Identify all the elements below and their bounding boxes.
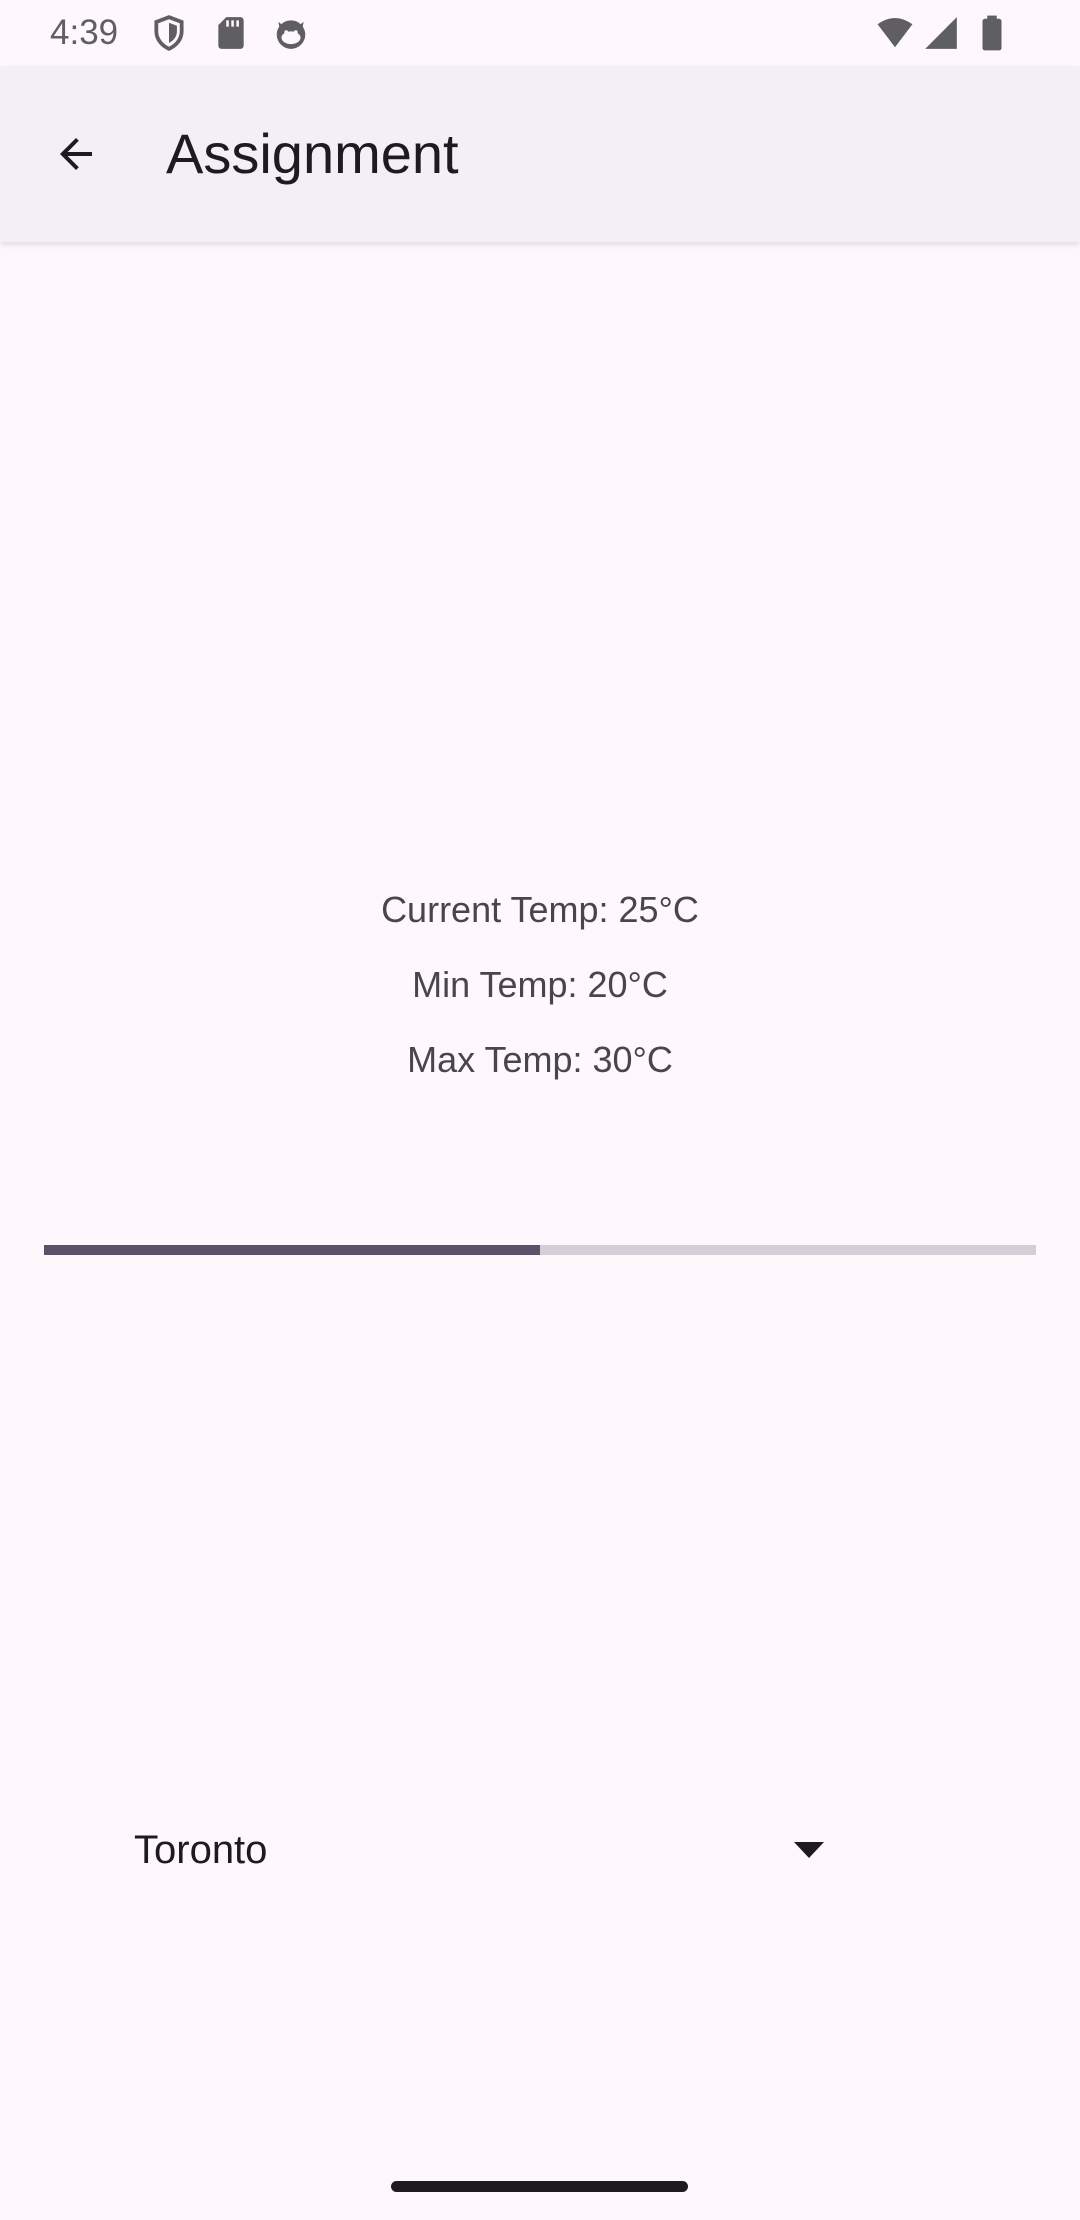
status-bar: 4:39 — [0, 0, 1080, 66]
sd-card-icon — [218, 17, 244, 49]
gesture-navigation-bar[interactable] — [391, 2181, 688, 2192]
battery-icon — [982, 15, 1002, 51]
temperature-progress-bar — [44, 1245, 1036, 1255]
dropdown-arrow-icon — [794, 1842, 824, 1858]
progress-fill — [44, 1245, 540, 1255]
arrow-back-icon — [60, 138, 92, 170]
city-dropdown[interactable]: Toronto — [110, 1800, 840, 1900]
wifi-icon — [877, 17, 913, 48]
page-title: Assignment — [166, 122, 459, 185]
max-temp-text: Max Temp: 30°C — [407, 1039, 673, 1080]
status-time: 4:39 — [50, 13, 119, 52]
app-bar: Assignment — [0, 66, 1080, 242]
back-button[interactable] — [36, 114, 116, 194]
city-dropdown-value: Toronto — [134, 1827, 268, 1872]
weather-info: Current Temp: 25°C Min Temp: 20°C Max Te… — [0, 872, 1080, 1097]
min-temp-text: Min Temp: 20°C — [412, 964, 668, 1005]
current-temp-text: Current Temp: 25°C — [381, 889, 699, 930]
shield-icon — [154, 15, 184, 51]
cat-face-icon — [276, 20, 306, 49]
signal-icon — [925, 17, 957, 49]
